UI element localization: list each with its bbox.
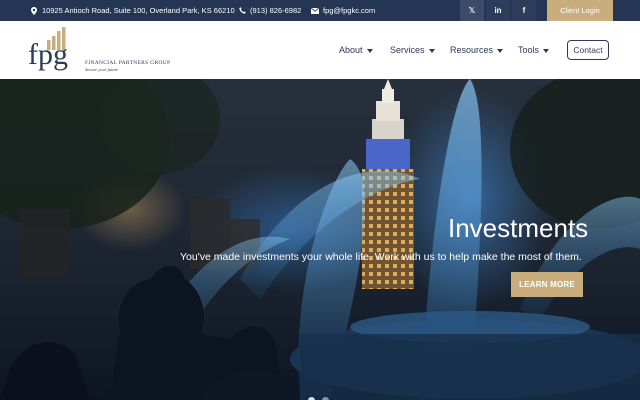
chevron-down-icon [497, 48, 504, 53]
nav-about-label: About [339, 45, 363, 55]
logo[interactable]: fpg FINANCIAL PARTNERS GROUP Secure your… [28, 24, 171, 76]
linkedin-icon: in [494, 6, 502, 15]
contact-button[interactable]: Contact [567, 40, 609, 60]
learn-more-button[interactable]: LEARN MORE [511, 272, 583, 297]
hero-banner: Investments You've made investments your… [0, 79, 640, 400]
logo-tagline: Secure your future [85, 67, 119, 72]
logo-mark-icon: fpg [28, 27, 68, 71]
facebook-social-button[interactable]: f [512, 0, 536, 21]
phone-link[interactable]: (913) 826-6982 [250, 6, 301, 15]
phone-icon [238, 7, 246, 15]
x-social-button[interactable]: 𝕏 [460, 0, 484, 21]
chevron-down-icon [543, 48, 550, 53]
x-icon: 𝕏 [468, 6, 476, 15]
client-login-button[interactable]: Client Login [547, 0, 613, 21]
envelope-icon [311, 7, 319, 15]
nav-services-label: Services [390, 45, 425, 55]
nav-resources-label: Resources [450, 45, 494, 55]
top-bar: 10925 Antioch Road, Suite 100, Overland … [0, 0, 640, 21]
linkedin-social-button[interactable]: in [486, 0, 510, 21]
phone-item[interactable]: (913) 826-6982 [238, 0, 301, 21]
facebook-icon: f [522, 6, 526, 15]
nav-resources[interactable]: Resources [450, 39, 504, 61]
nav-tools-label: Tools [518, 45, 540, 55]
logo-company-name: FINANCIAL PARTNERS GROUP [85, 60, 171, 66]
address-item: 10925 Antioch Road, Suite 100, Overland … [30, 0, 235, 21]
hero-title: Investments [448, 213, 589, 243]
email-item[interactable]: fpg@fpgkc.com [311, 0, 375, 21]
nav-tools[interactable]: Tools [518, 39, 550, 61]
address-text: 10925 Antioch Road, Suite 100, Overland … [42, 6, 235, 15]
hero-subtitle: You've made investments your whole life.… [180, 251, 582, 263]
site-header: fpg FINANCIAL PARTNERS GROUP Secure your… [0, 21, 640, 79]
email-link[interactable]: fpg@fpgkc.com [323, 6, 375, 15]
chevron-down-icon [428, 48, 435, 53]
logo-letters: fpg [28, 38, 68, 71]
map-pin-icon [30, 6, 38, 15]
chevron-down-icon [366, 48, 373, 53]
nav-about[interactable]: About [339, 39, 373, 61]
nav-services[interactable]: Services [390, 39, 435, 61]
